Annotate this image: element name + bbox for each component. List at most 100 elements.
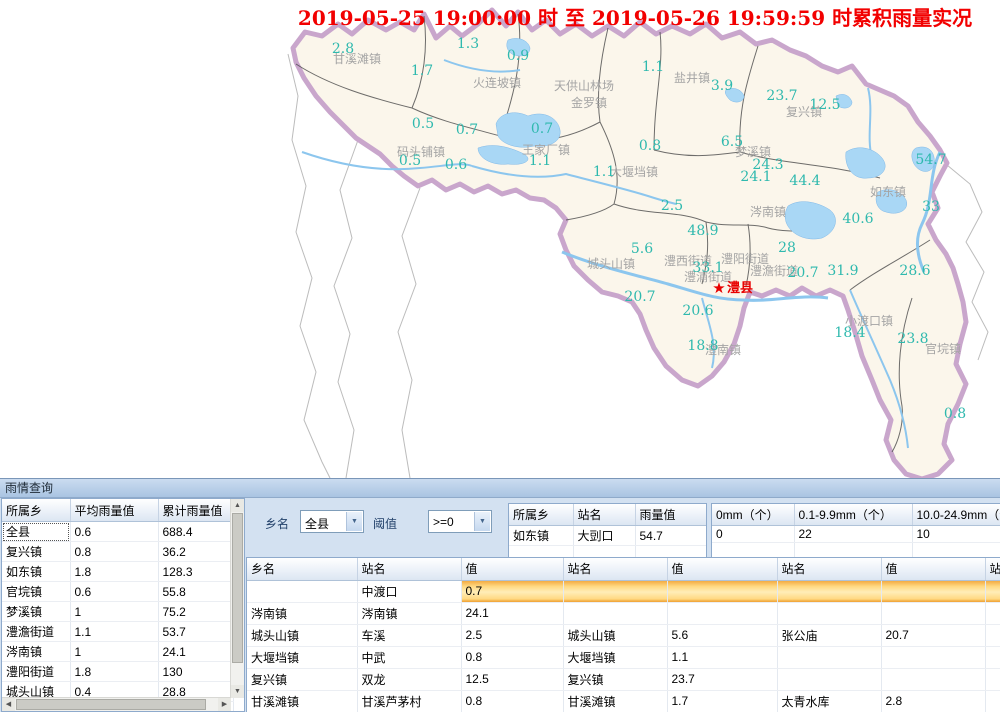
cell[interactable]: 0.7 bbox=[461, 580, 563, 602]
cell[interactable] bbox=[712, 543, 794, 559]
cell[interactable]: 如东镇 bbox=[509, 526, 573, 546]
cell[interactable]: 0 bbox=[712, 526, 794, 543]
threshold-filter-select[interactable]: >=0 ▼ bbox=[428, 510, 492, 533]
cell[interactable]: 澧澹街道 bbox=[2, 622, 70, 642]
table-row[interactable]: 全县 0.6 688.4 bbox=[2, 522, 233, 542]
cell[interactable]: 0.8 bbox=[461, 646, 563, 668]
cell[interactable]: 53.7 bbox=[158, 622, 233, 642]
cell[interactable]: 甘溪滩镇 bbox=[247, 690, 357, 712]
cell[interactable]: 梦溪镇 bbox=[2, 602, 70, 622]
col-header-township[interactable]: 所属乡 bbox=[2, 499, 70, 522]
cell[interactable]: 22 bbox=[794, 526, 912, 543]
cell[interactable]: 涔南镇 bbox=[357, 602, 461, 624]
cell[interactable]: 10 bbox=[912, 526, 1000, 543]
cell[interactable]: 55.8 bbox=[158, 582, 233, 602]
table-row[interactable]: 澧澹街道 1.1 53.7 bbox=[2, 622, 233, 642]
cell[interactable] bbox=[881, 580, 985, 602]
cell[interactable] bbox=[985, 624, 1000, 646]
cell[interactable] bbox=[881, 668, 985, 690]
cell[interactable] bbox=[985, 646, 1000, 668]
scroll-up-icon[interactable]: ▲ bbox=[231, 499, 244, 512]
col-header-township[interactable]: 所属乡 bbox=[509, 504, 573, 526]
cell[interactable]: 1.8 bbox=[70, 562, 158, 582]
cell[interactable]: 24.1 bbox=[461, 602, 563, 624]
cell[interactable]: 大剅口 bbox=[573, 526, 635, 546]
cell[interactable] bbox=[985, 580, 1000, 602]
col-header-station[interactable]: 站名 bbox=[777, 558, 881, 580]
cell[interactable] bbox=[563, 602, 667, 624]
col-header-10-24mm[interactable]: 10.0-24.9mm（个） bbox=[912, 504, 1000, 526]
cell[interactable] bbox=[777, 580, 881, 602]
cell[interactable]: 1.7 bbox=[667, 690, 777, 712]
table-row[interactable]: 城头山镇 车溪 2.5 城头山镇 5.6 张公庙 20.7 bbox=[247, 624, 1000, 646]
table-row[interactable]: 澧阳街道 1.8 130 bbox=[2, 662, 233, 682]
cell[interactable]: 双龙 bbox=[357, 668, 461, 690]
table-row-selected[interactable]: 中渡口 0.7 bbox=[247, 580, 1000, 602]
scroll-right-icon[interactable]: ▶ bbox=[218, 698, 231, 711]
table-row[interactable]: 如东镇 大剅口 54.7 bbox=[509, 526, 706, 546]
cell[interactable] bbox=[777, 668, 881, 690]
table-row[interactable]: 0 22 10 bbox=[712, 526, 1000, 543]
cell[interactable] bbox=[563, 580, 667, 602]
cell[interactable]: 复兴镇 bbox=[247, 668, 357, 690]
cell[interactable]: 0.6 bbox=[70, 522, 158, 542]
cell[interactable]: 城头山镇 bbox=[247, 624, 357, 646]
cell[interactable]: 23.7 bbox=[667, 668, 777, 690]
vertical-scrollbar[interactable]: ▲ ▼ bbox=[230, 499, 244, 698]
cell[interactable]: 0.8 bbox=[70, 542, 158, 562]
cell[interactable]: 车溪 bbox=[357, 624, 461, 646]
col-header-station[interactable]: 站名 bbox=[985, 558, 1000, 580]
table-row[interactable]: 涔南镇 涔南镇 24.1 bbox=[247, 602, 1000, 624]
cell[interactable]: 0.8 bbox=[461, 690, 563, 712]
table-row[interactable] bbox=[712, 543, 1000, 559]
cell[interactable]: 130 bbox=[158, 662, 233, 682]
cell[interactable]: 涔南镇 bbox=[2, 642, 70, 662]
cell[interactable]: 1.1 bbox=[70, 622, 158, 642]
cell[interactable]: 城头山镇 bbox=[563, 624, 667, 646]
table-row[interactable]: 如东镇 1.8 128.3 bbox=[2, 562, 233, 582]
cell[interactable] bbox=[777, 602, 881, 624]
table-row[interactable]: 梦溪镇 1 75.2 bbox=[2, 602, 233, 622]
cell[interactable]: 中渡口 bbox=[357, 580, 461, 602]
table-row[interactable]: 复兴镇 0.8 36.2 bbox=[2, 542, 233, 562]
cell[interactable]: 12.5 bbox=[461, 668, 563, 690]
horizontal-scrollbar[interactable]: ◀ ▶ bbox=[2, 697, 231, 711]
table-row[interactable]: 甘溪滩镇 甘溪芦茅村 0.8 甘溪滩镇 1.7 太青水库 2.8 bbox=[247, 690, 1000, 712]
chevron-down-icon[interactable]: ▼ bbox=[346, 512, 362, 531]
col-header-station[interactable]: 站名 bbox=[573, 504, 635, 526]
cell[interactable]: 54.7 bbox=[635, 526, 706, 546]
cell[interactable] bbox=[667, 580, 777, 602]
cell[interactable]: 75.2 bbox=[158, 602, 233, 622]
cell[interactable] bbox=[985, 690, 1000, 712]
town-filter-select[interactable]: 全县 ▼ bbox=[300, 510, 364, 533]
scrollbar-thumb[interactable] bbox=[232, 513, 243, 663]
table-row[interactable]: 复兴镇 双龙 12.5 复兴镇 23.7 bbox=[247, 668, 1000, 690]
cell[interactable] bbox=[794, 543, 912, 559]
cell[interactable]: 复兴镇 bbox=[563, 668, 667, 690]
cell[interactable]: 大堰垱镇 bbox=[247, 646, 357, 668]
cell[interactable]: 中武 bbox=[357, 646, 461, 668]
scroll-down-icon[interactable]: ▼ bbox=[231, 685, 244, 698]
cell[interactable] bbox=[881, 646, 985, 668]
cell[interactable] bbox=[985, 668, 1000, 690]
cell[interactable]: 如东镇 bbox=[2, 562, 70, 582]
cell[interactable] bbox=[247, 580, 357, 602]
cell[interactable]: 20.7 bbox=[881, 624, 985, 646]
col-header-township[interactable]: 乡名 bbox=[247, 558, 357, 580]
table-row[interactable]: 涔南镇 1 24.1 bbox=[2, 642, 233, 662]
cell[interactable]: 大堰垱镇 bbox=[563, 646, 667, 668]
cell[interactable]: 688.4 bbox=[158, 522, 233, 542]
cell[interactable]: 涔南镇 bbox=[247, 602, 357, 624]
cell[interactable]: 官垸镇 bbox=[2, 582, 70, 602]
col-header-station[interactable]: 站名 bbox=[563, 558, 667, 580]
col-header-value[interactable]: 值 bbox=[461, 558, 563, 580]
map-canvas[interactable]: 甘溪滩镇 火连坡镇 天供山林场 金罗镇 盐井镇 复兴镇 码头铺镇 王家厂镇 大堰… bbox=[0, 0, 1000, 478]
col-header-value[interactable]: 值 bbox=[881, 558, 985, 580]
col-header-total-rain[interactable]: 累计雨量值 bbox=[158, 499, 233, 522]
cell[interactable]: 澧阳街道 bbox=[2, 662, 70, 682]
table-row[interactable]: 官垸镇 0.6 55.8 bbox=[2, 582, 233, 602]
cell[interactable]: 1.1 bbox=[667, 646, 777, 668]
col-header-0-9mm[interactable]: 0.1-9.9mm（个） bbox=[794, 504, 912, 526]
cell[interactable]: 太青水库 bbox=[777, 690, 881, 712]
table-row[interactable]: 大堰垱镇 中武 0.8 大堰垱镇 1.1 bbox=[247, 646, 1000, 668]
